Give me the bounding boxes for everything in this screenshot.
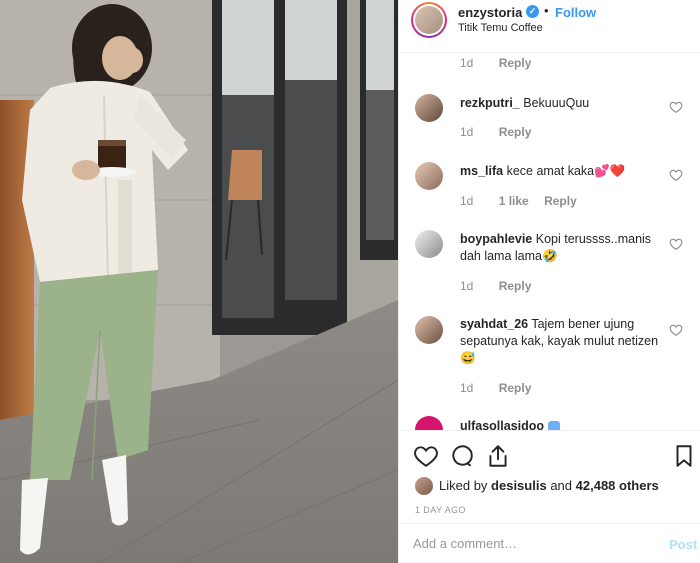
post-sidebar: enzystoria ✓ • Follow Titik Temu Coffee … (398, 0, 700, 563)
commenter-username[interactable]: syahdat_26 (460, 317, 528, 331)
comment-time: 1d (460, 381, 474, 395)
post-actions: Liked by desisulis and 42,488 others 1 D… (399, 430, 700, 523)
like-comment-heart-icon[interactable] (669, 100, 683, 114)
liker-avatar[interactable] (415, 477, 433, 495)
post-location[interactable]: Titik Temu Coffee (458, 22, 543, 34)
add-comment-bar: Post (399, 523, 700, 563)
header-separator: • (544, 3, 549, 18)
post-photo[interactable] (0, 0, 398, 563)
comment-time: 1d (460, 56, 474, 70)
comment-like-count[interactable]: 1 like (499, 194, 529, 208)
author-avatar[interactable] (411, 2, 447, 38)
commenter-avatar[interactable] (415, 162, 443, 190)
comment-text: rezkputri_ BekuuuQuu (460, 95, 660, 112)
reply-button[interactable]: Reply (544, 194, 577, 208)
like-comment-heart-icon[interactable] (669, 168, 683, 182)
share-icon[interactable] (485, 443, 511, 469)
comment-time: 1d (460, 125, 474, 139)
commenter-username[interactable]: boypahlevie (460, 232, 532, 246)
post-header: enzystoria ✓ • Follow Titik Temu Coffee (399, 0, 700, 53)
commenter-avatar[interactable] (415, 94, 443, 122)
liked-by-summary: Liked by desisulis and 42,488 others (439, 478, 659, 493)
commenter-avatar[interactable] (415, 230, 443, 258)
liked-by-count[interactable]: 42,488 others (576, 478, 659, 493)
liked-by-user[interactable]: desisulis (491, 478, 547, 493)
bookmark-icon[interactable] (671, 443, 697, 469)
comment-meta: 1d Reply (460, 56, 531, 70)
blue-heart-emoji-icon (547, 420, 560, 430)
commenter-avatar[interactable] (415, 416, 443, 430)
commenter-username[interactable]: rezkputri_ (460, 96, 520, 110)
add-comment-input[interactable] (413, 536, 643, 551)
comment-emoji: 💕❤️ (594, 164, 626, 178)
comment-meta: 1d 1 like Reply (460, 194, 577, 208)
post-timestamp[interactable]: 1 DAY AGO (415, 505, 466, 515)
comment-text: ulfasollasidoo (460, 418, 660, 430)
like-comment-heart-icon[interactable] (669, 323, 683, 337)
verified-badge-icon: ✓ (526, 5, 539, 18)
like-heart-icon[interactable] (413, 443, 439, 469)
comment-emoji: 😅 (460, 351, 476, 365)
liked-by-prefix: Liked by (439, 478, 488, 493)
comment-emoji: 🤣 (542, 249, 558, 263)
comment-body: kece amat kaka (506, 164, 595, 178)
reply-button[interactable]: Reply (499, 125, 532, 139)
comment-meta: 1d Reply (460, 279, 531, 293)
comment-time: 1d (460, 279, 474, 293)
comment-body: BekuuuQuu (523, 96, 590, 110)
comment-icon[interactable] (449, 443, 475, 469)
comment-text: boypahlevie Kopi terussss..manis dah lam… (460, 231, 660, 265)
comment-text: syahdat_26 Tajem bener ujung sepatunya k… (460, 316, 660, 367)
commenter-username[interactable]: ulfasollasidoo (460, 419, 544, 430)
follow-button[interactable]: Follow (555, 5, 596, 20)
post-comment-button[interactable]: Post (669, 537, 697, 552)
reply-button[interactable]: Reply (499, 56, 532, 70)
comment-meta: 1d Reply (460, 381, 531, 395)
reply-button[interactable]: Reply (499, 279, 532, 293)
commenter-username[interactable]: ms_lifa (460, 164, 503, 178)
comment-meta: 1d Reply (460, 125, 531, 139)
comments-list[interactable]: 1d Reply rezkputri_ BekuuuQuu 1d Reply m… (399, 53, 700, 430)
photo-illustration (0, 0, 398, 563)
like-comment-heart-icon[interactable] (669, 237, 683, 251)
comment-text: ms_lifa kece amat kaka💕❤️ (460, 163, 660, 180)
author-username[interactable]: enzystoria (458, 5, 522, 20)
reply-button[interactable]: Reply (499, 381, 532, 395)
liked-by-and: and (550, 478, 573, 493)
commenter-avatar[interactable] (415, 316, 443, 344)
comment-time: 1d (460, 194, 474, 208)
